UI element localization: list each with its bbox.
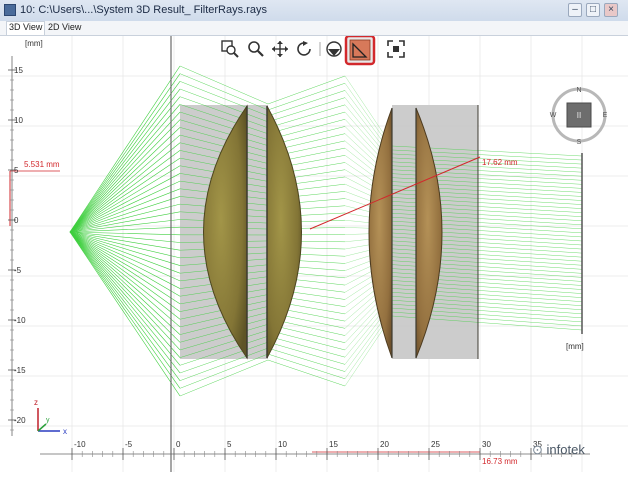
pan-icon[interactable] bbox=[272, 41, 288, 57]
horizontal-ruler: [mm] -10-505101520253035 bbox=[40, 342, 590, 460]
x-tick-label: -5 bbox=[125, 440, 133, 449]
tab-2d-view[interactable]: 2D View bbox=[46, 22, 83, 32]
svg-text:y: y bbox=[46, 417, 50, 424]
minimize-button[interactable]: – bbox=[568, 3, 582, 17]
restore-button[interactable]: □ bbox=[586, 3, 600, 17]
svg-text:z: z bbox=[34, 398, 38, 407]
app-icon bbox=[4, 4, 16, 16]
x-tick-label: -10 bbox=[74, 440, 86, 449]
x-tick-label: 25 bbox=[431, 440, 440, 449]
chat-bubble-icon: ⊙ bbox=[532, 442, 547, 457]
view-toolbar bbox=[222, 36, 404, 64]
cube-face-label: II bbox=[577, 111, 581, 120]
watermark-logo: ⊙ infotek bbox=[532, 442, 585, 458]
svg-text:S: S bbox=[577, 139, 582, 146]
svg-text:N: N bbox=[576, 87, 581, 94]
height-measurement-label: 5.531 mm bbox=[24, 160, 60, 169]
axis-triad: z x y bbox=[34, 398, 67, 436]
zoom-window-icon[interactable] bbox=[222, 41, 238, 57]
window-titlebar: 10: C:\Users\...\System 3D Result_ Filte… bbox=[0, 0, 628, 22]
svg-text:x: x bbox=[63, 427, 67, 436]
y-tick-label: 0 bbox=[14, 216, 19, 225]
x-tick-label: 5 bbox=[227, 440, 232, 449]
y-tick-label: 15 bbox=[14, 66, 23, 75]
svg-text:E: E bbox=[603, 112, 608, 119]
y-tick-label: 10 bbox=[14, 116, 23, 125]
x-tick-label: 0 bbox=[176, 440, 181, 449]
view-tabs: 3D View 2D View bbox=[0, 21, 628, 36]
y-tick-label: -15 bbox=[14, 366, 26, 375]
navigation-cube[interactable]: II N E S W bbox=[548, 84, 610, 146]
3d-viewport[interactable]: 5.531 mm 17.62 mm 16.73 mm [mm] 15 10 5 0 -5… bbox=[0, 36, 628, 472]
y-tick-label: -20 bbox=[14, 416, 26, 425]
rotate-icon[interactable] bbox=[298, 41, 310, 55]
x-tick-label: 20 bbox=[380, 440, 389, 449]
view-mode-icon[interactable] bbox=[327, 42, 341, 56]
measure-icon[interactable] bbox=[346, 36, 374, 64]
bottom-measurement-label: 16.73 mm bbox=[482, 457, 518, 466]
y-tick-label: -10 bbox=[14, 316, 26, 325]
tab-3d-view[interactable]: 3D View bbox=[6, 21, 45, 35]
svg-text:W: W bbox=[550, 112, 557, 119]
x-tick-label: 15 bbox=[329, 440, 338, 449]
x-tick-label: 10 bbox=[278, 440, 287, 449]
watermark-text: infotek bbox=[547, 442, 585, 457]
y-tick-label: 5 bbox=[14, 166, 19, 175]
horizontal-unit-label: [mm] bbox=[566, 342, 584, 351]
close-button[interactable]: × bbox=[604, 3, 618, 17]
diagonal-measurement-label: 17.62 mm bbox=[482, 158, 518, 167]
vertical-ruler: [mm] 15 10 5 0 -5 -10 -15 -20 bbox=[8, 39, 43, 436]
window-title: 10: C:\Users\...\System 3D Result_ Filte… bbox=[20, 4, 267, 16]
zoom-icon[interactable] bbox=[249, 42, 263, 56]
y-tick-label: -5 bbox=[14, 266, 22, 275]
ray-bundle bbox=[70, 66, 582, 396]
x-tick-label: 30 bbox=[482, 440, 491, 449]
vertical-unit-label: [mm] bbox=[25, 39, 43, 48]
fit-extents-icon[interactable] bbox=[388, 41, 404, 57]
